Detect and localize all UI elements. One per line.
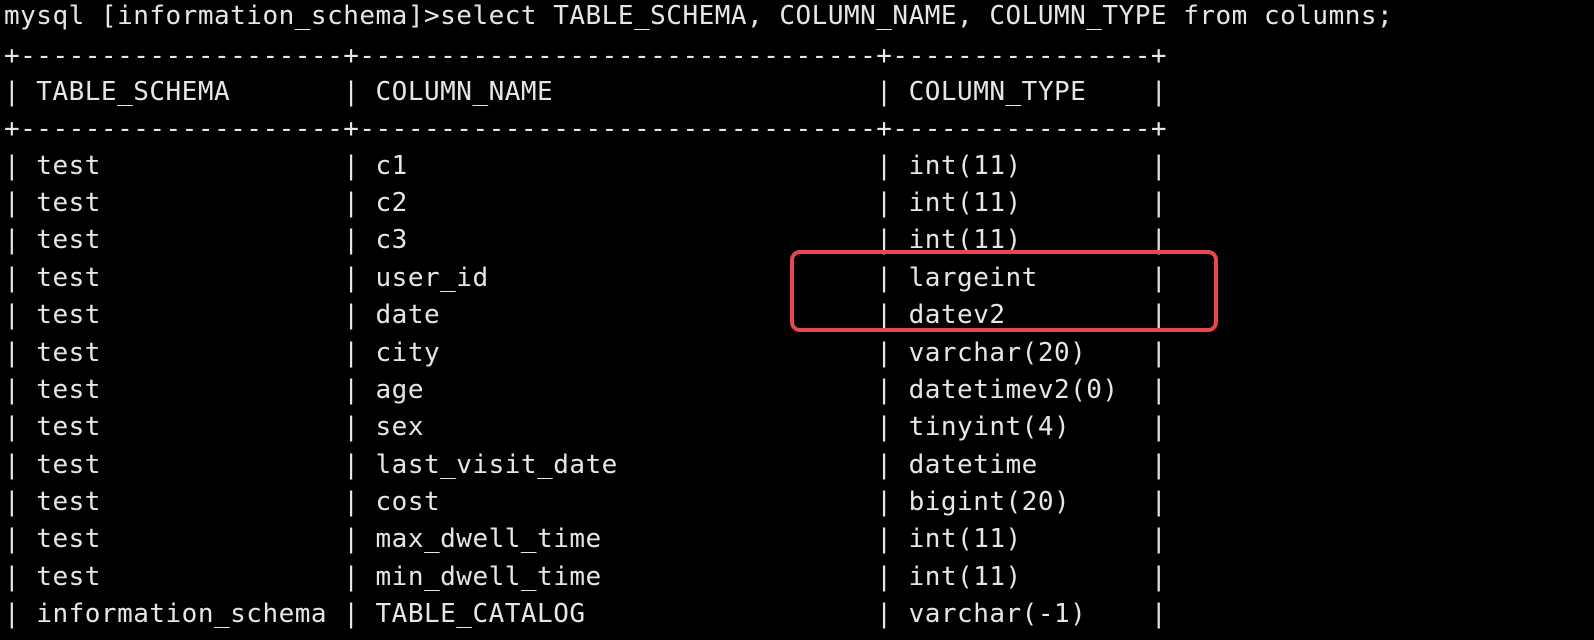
table-row: | test | city | varchar(20) | [4, 338, 1168, 368]
table-border-top: +--------------------+------------------… [4, 41, 1168, 71]
table-row: | information_schema | TABLE_CATALOG | v… [4, 599, 1168, 629]
table-row: | test | age | datetimev2(0) | [4, 375, 1168, 405]
table-row: | test | last_visit_date | datetime | [4, 450, 1168, 480]
table-row: | test | c1 | int(11) | [4, 151, 1168, 181]
table-row: | test | max_dwell_time | int(11) | [4, 524, 1168, 554]
highlight-annotation-box [790, 250, 1218, 332]
table-row: | test | cost | bigint(20) | [4, 487, 1168, 517]
table-row: | test | c2 | int(11) | [4, 188, 1168, 218]
command-line: mysql [information_schema]>select TABLE_… [4, 1, 1394, 31]
table-header-separator: +--------------------+------------------… [4, 114, 1168, 144]
table-row: | test | min_dwell_time | int(11) | [4, 562, 1168, 592]
table-row: | test | sex | tinyint(4) | [4, 412, 1168, 442]
table-header-row: | TABLE_SCHEMA | COLUMN_NAME | COLUMN_TY… [4, 77, 1168, 107]
